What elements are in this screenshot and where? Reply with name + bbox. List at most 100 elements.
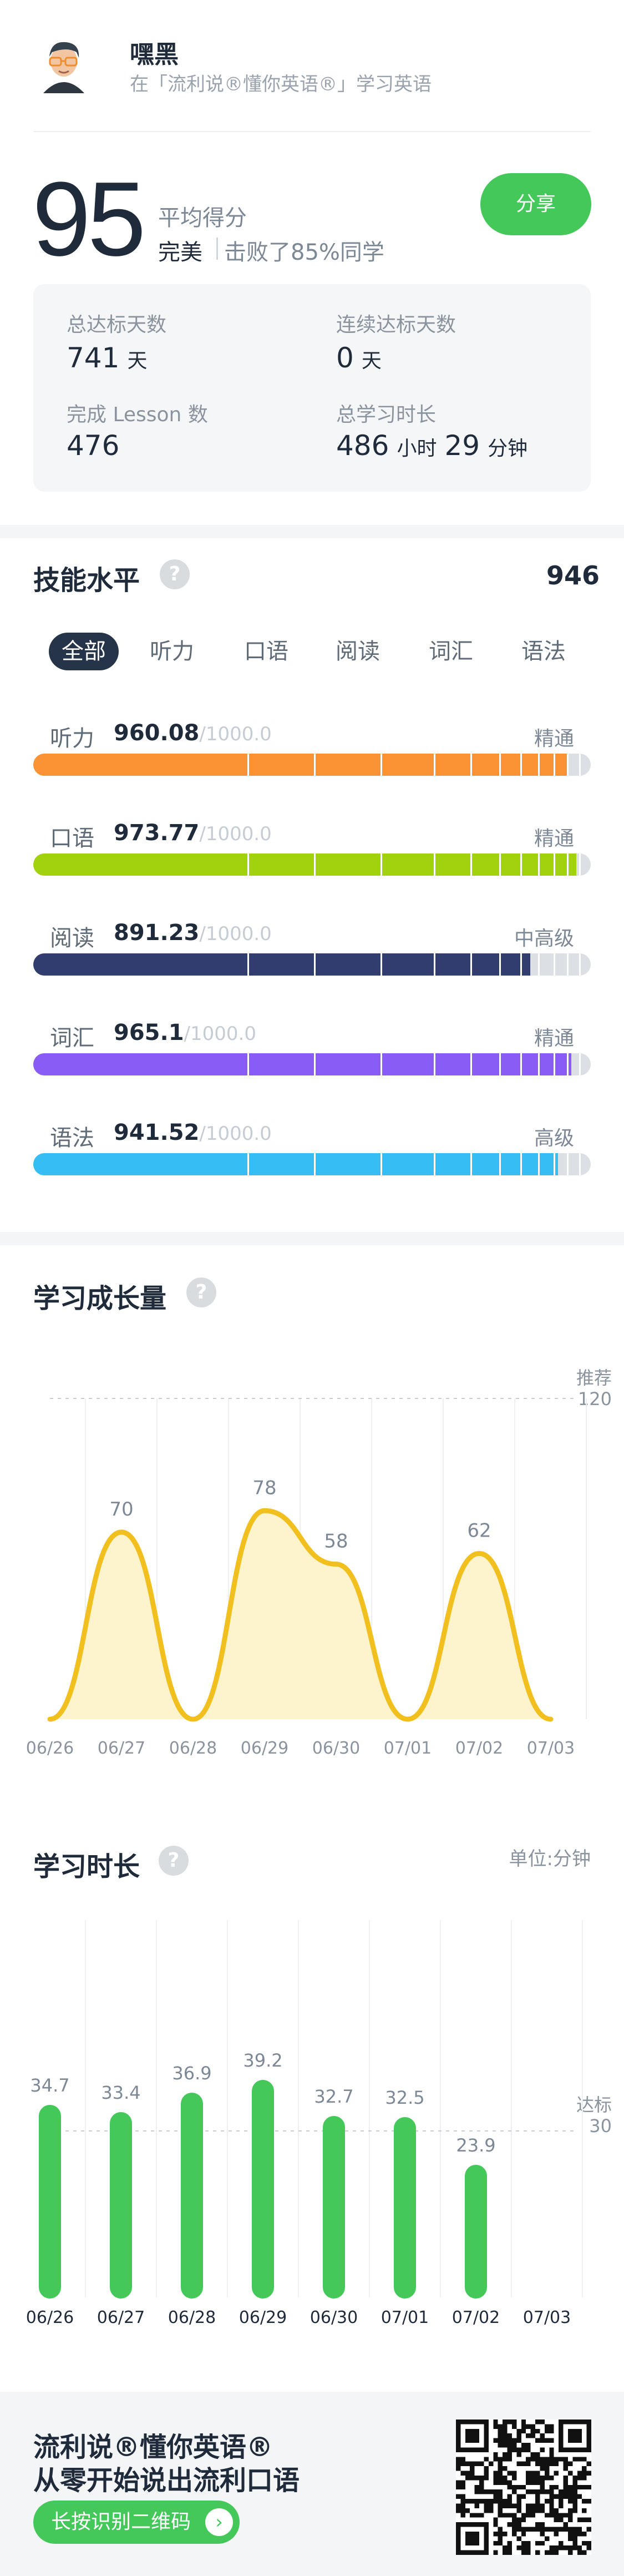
skill-bar-divider xyxy=(567,853,569,876)
study-hours-unit: 小时 xyxy=(397,437,437,460)
skill-bar-divider xyxy=(381,853,382,876)
skill-value: 965.1 xyxy=(114,1020,184,1045)
skill-bar-divider xyxy=(554,1153,555,1175)
skill-bar-divider xyxy=(314,953,316,976)
arrow-right-icon: › xyxy=(205,2508,233,2536)
skill-bar-divider xyxy=(538,754,540,776)
skill-bar-divider xyxy=(579,754,581,776)
skills-title: 技能水平 xyxy=(33,565,140,596)
x-tick-label: 07/03 xyxy=(527,1739,575,1758)
skill-bar-divider xyxy=(470,953,472,976)
total-days-unit: 天 xyxy=(127,350,148,372)
data-label: 58 xyxy=(324,1531,348,1553)
tab-reading[interactable]: 阅读 xyxy=(324,633,391,670)
duration-bar xyxy=(323,2116,345,2299)
data-label: 33.4 xyxy=(101,2082,140,2103)
skill-bar-divider xyxy=(434,853,435,876)
x-tick-label: 06/30 xyxy=(310,2308,358,2327)
skill-max: /1000.0 xyxy=(199,1123,272,1145)
skill-bar-divider xyxy=(314,1053,316,1075)
skill-row-vocabulary: 词汇 965.1/1000.0 精通 xyxy=(33,1016,591,1077)
skill-score: 960.08/1000.0 xyxy=(114,720,272,746)
share-button[interactable]: 分享 xyxy=(480,173,591,235)
skill-name: 阅读 xyxy=(50,926,94,951)
growth-help-icon[interactable]: ? xyxy=(186,1277,216,1307)
skill-bar-divider xyxy=(579,1153,581,1175)
tab-speaking[interactable]: 口语 xyxy=(233,633,300,670)
skill-bar-divider xyxy=(520,1153,522,1175)
x-tick-label: 06/26 xyxy=(26,2308,74,2327)
skill-progress-bar xyxy=(33,1053,591,1075)
skill-bar-divider xyxy=(314,853,316,876)
scan-qr-button[interactable]: 长按识别二维码 › xyxy=(33,2501,240,2544)
skill-max: /1000.0 xyxy=(199,823,272,845)
skill-bar-divider xyxy=(470,1153,472,1175)
duration-bar xyxy=(465,2165,487,2299)
data-label: 39.2 xyxy=(243,2050,282,2071)
duration-title: 学习时长 xyxy=(33,1851,140,1882)
skills-total-score: 946 xyxy=(546,560,600,590)
skill-name: 词汇 xyxy=(50,1026,94,1051)
footer-slogan: 从零开始说出流利口语 xyxy=(33,2465,300,2496)
skill-level: 高级 xyxy=(534,1127,574,1150)
skill-progress-fill xyxy=(33,754,569,776)
duration-bar xyxy=(39,2105,61,2299)
skill-row-reading: 阅读 891.23/1000.0 中高级 xyxy=(33,916,591,977)
data-label: 34.7 xyxy=(30,2075,69,2096)
skill-bar-divider xyxy=(499,953,501,976)
x-tick-label: 06/26 xyxy=(26,1739,74,1758)
tab-listening[interactable]: 听力 xyxy=(139,633,205,670)
x-tick-label: 06/28 xyxy=(168,2308,216,2327)
skill-bar-divider xyxy=(247,1053,249,1075)
skill-level: 精通 xyxy=(534,1027,574,1050)
skill-bar-divider xyxy=(579,953,581,976)
tab-grammar[interactable]: 语法 xyxy=(510,633,577,670)
skill-bar-divider xyxy=(567,1053,569,1075)
skills-help-icon[interactable]: ? xyxy=(160,559,190,589)
total-days-value: 741 xyxy=(67,342,120,374)
scan-qr-label: 长按识别二维码 xyxy=(51,2511,191,2533)
lessons-value: 476 xyxy=(67,430,120,462)
grade-divider xyxy=(216,238,218,260)
skill-bar-divider xyxy=(499,1153,501,1175)
skill-bar-divider xyxy=(381,1053,382,1075)
total-days: 741 天 xyxy=(67,342,155,374)
data-label: 70 xyxy=(109,1498,133,1521)
streak-days-label: 连续达标天数 xyxy=(336,314,456,336)
x-tick-label: 06/28 xyxy=(169,1739,217,1758)
data-label: 23.9 xyxy=(456,2135,495,2156)
x-tick-label: 07/01 xyxy=(381,2308,429,2327)
x-tick-label: 07/02 xyxy=(452,2308,500,2327)
skill-score: 891.23/1000.0 xyxy=(114,920,272,946)
skill-bar-divider xyxy=(520,754,522,776)
section-separator xyxy=(0,1232,624,1245)
skill-bar-divider xyxy=(247,1153,249,1175)
tab-all[interactable]: 全部 xyxy=(49,633,119,670)
duration-bar xyxy=(252,2080,274,2299)
duration-help-icon[interactable]: ? xyxy=(159,1846,189,1876)
skill-bar-divider xyxy=(499,853,501,876)
x-tick-label: 06/27 xyxy=(97,2308,145,2327)
skill-bar-divider xyxy=(538,953,540,976)
skill-value: 891.23 xyxy=(114,920,200,946)
x-tick-label: 06/29 xyxy=(241,1739,288,1758)
skill-max: /1000.0 xyxy=(199,923,272,945)
skill-bar-divider xyxy=(381,1153,382,1175)
score-grade: 完美 xyxy=(158,240,202,265)
average-score: 95 xyxy=(32,160,146,278)
section-separator xyxy=(0,525,624,538)
x-tick-label: 06/29 xyxy=(239,2308,287,2327)
skill-progress-bar xyxy=(33,853,591,876)
skill-bar-divider xyxy=(538,1153,540,1175)
skill-bar-divider xyxy=(538,1053,540,1075)
duration-bar xyxy=(394,2117,416,2299)
skill-bar-divider xyxy=(520,953,522,976)
x-tick-label: 06/30 xyxy=(312,1739,360,1758)
skill-bar-divider xyxy=(538,853,540,876)
skill-bar-divider xyxy=(579,853,581,876)
skill-progress-fill xyxy=(33,1053,571,1075)
user-name: 嘿黑 xyxy=(130,41,179,69)
skill-bar-divider xyxy=(434,1153,435,1175)
skill-bar-divider xyxy=(567,953,569,976)
tab-vocabulary[interactable]: 词汇 xyxy=(418,633,484,670)
